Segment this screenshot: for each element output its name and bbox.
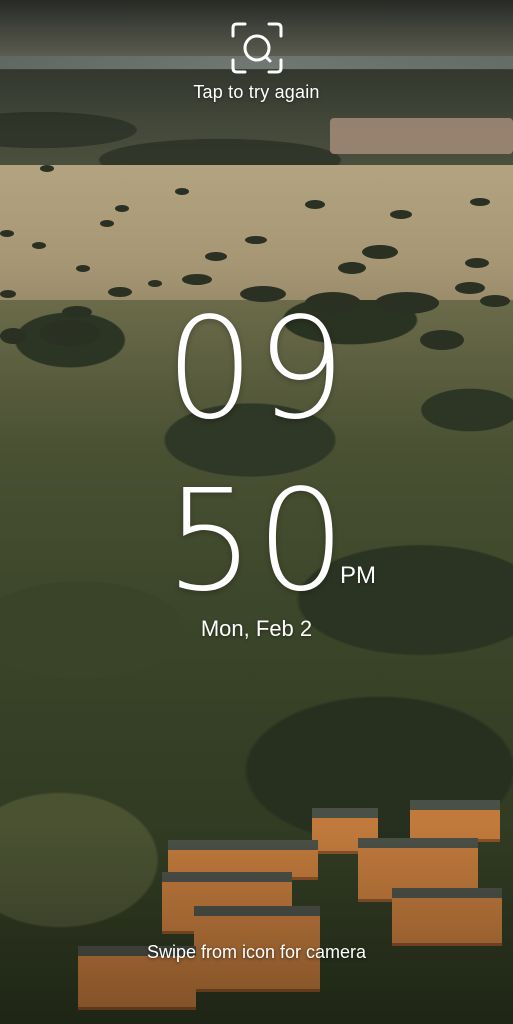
wallpaper-tree — [465, 258, 489, 268]
wallpaper-shade-bottom — [0, 824, 513, 1024]
clock-date: Mon, Feb 2 — [200, 616, 313, 641]
clock-minutes: 50 — [165, 460, 348, 623]
camera-hint: Swipe from icon for camera — [146, 942, 367, 962]
wallpaper-tree — [338, 262, 366, 274]
wallpaper-tree — [115, 205, 129, 212]
wallpaper-tree — [205, 252, 227, 261]
wallpaper-tree — [0, 230, 14, 237]
wallpaper-tree — [40, 165, 54, 172]
face-unlock-prompt[interactable]: Tap to try again — [0, 20, 513, 103]
wallpaper-tree — [305, 200, 325, 209]
wallpaper-tree — [0, 290, 16, 298]
face-scan-icon[interactable] — [229, 20, 285, 76]
wallpaper-tree — [148, 280, 162, 287]
wallpaper-field — [330, 118, 513, 154]
clock-hours: 09 — [165, 288, 348, 451]
face-unlock-hint[interactable]: Tap to try again — [193, 82, 319, 103]
wallpaper-tree — [390, 210, 412, 219]
wallpaper-tree — [455, 282, 485, 294]
wallpaper-tree — [108, 287, 132, 297]
wallpaper-tree — [32, 242, 46, 249]
wallpaper-tree — [245, 236, 267, 244]
wallpaper-tree — [182, 274, 212, 285]
wallpaper-tree — [76, 265, 90, 272]
wallpaper-tree — [470, 198, 490, 206]
clock-ampm: PM — [340, 562, 376, 589]
wallpaper-tree — [175, 188, 189, 195]
wallpaper-tree — [100, 220, 114, 227]
wallpaper-tree — [362, 245, 398, 259]
